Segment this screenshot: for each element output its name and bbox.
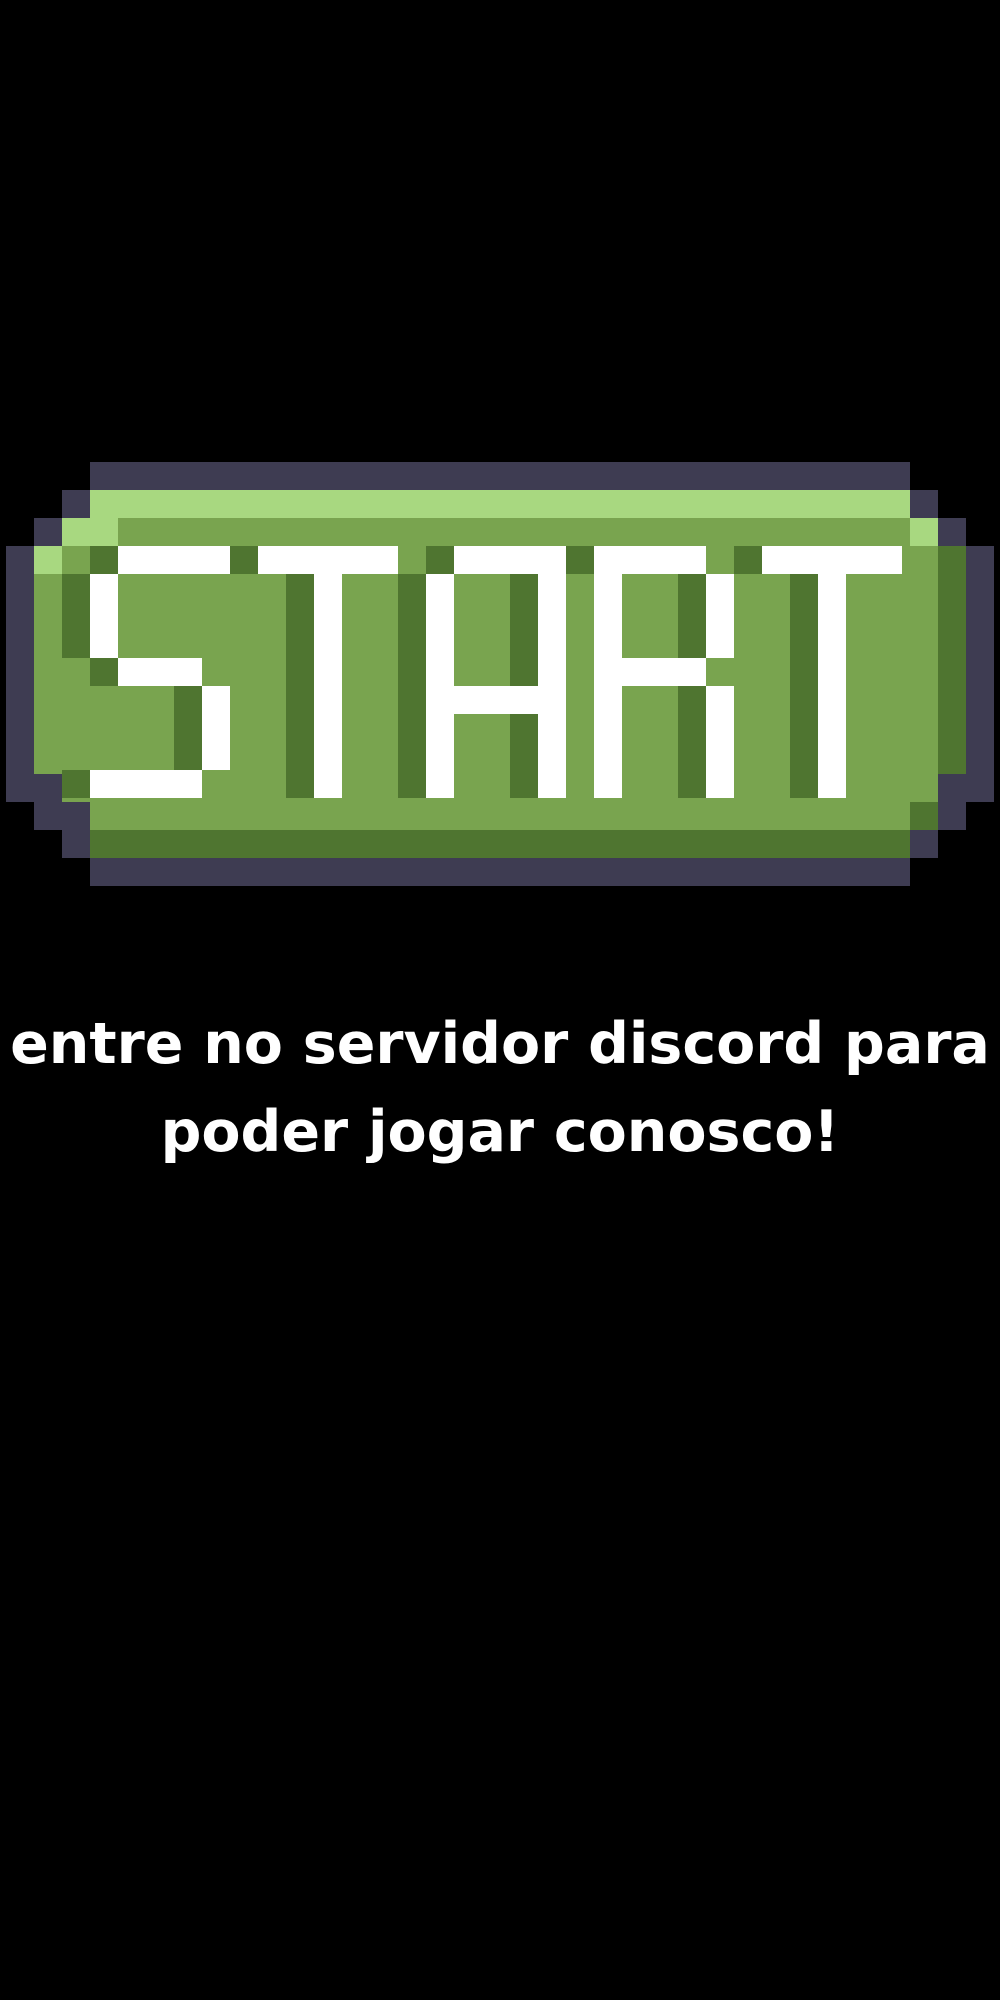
page: START — [0, 0, 1000, 2000]
start-button[interactable]: START — [6, 462, 994, 886]
start-button-pixel-art — [6, 462, 994, 886]
message-line-1: entre no servidor discord para — [10, 1011, 990, 1077]
discord-invite-message: entre no servidor discord para poder jog… — [0, 1000, 1000, 1176]
message-line-2: poder jogar conosco! — [160, 1099, 840, 1165]
